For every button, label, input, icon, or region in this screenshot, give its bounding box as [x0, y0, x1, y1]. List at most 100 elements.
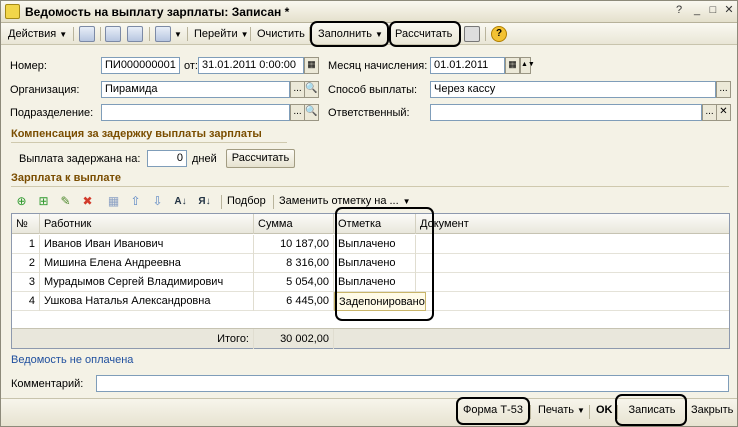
- separator: [530, 405, 531, 419]
- goto-label: Перейти: [194, 28, 238, 40]
- highlight-calculate: [389, 21, 461, 47]
- sum-cell: 10 187,00: [254, 235, 334, 254]
- print-menu[interactable]: Печать ▼: [534, 402, 586, 421]
- column-header-sum[interactable]: Сумма: [254, 214, 334, 234]
- edit-row-icon[interactable]: ✎: [58, 194, 73, 209]
- row-number: 3: [12, 273, 40, 292]
- delay-label: Выплата задержана на:: [19, 153, 141, 165]
- column-header-num[interactable]: №: [12, 214, 40, 234]
- organization-field[interactable]: Пирамида: [101, 81, 290, 98]
- payment-method-field[interactable]: Через кассу: [430, 81, 716, 98]
- payroll-title: Зарплата к выплате: [11, 172, 122, 184]
- table-footer: Итого: 30 002,00: [12, 328, 729, 349]
- move-up-icon[interactable]: ⇧: [128, 194, 143, 209]
- select-icon[interactable]: ...: [290, 104, 305, 121]
- close-window-icon[interactable]: ✕: [721, 4, 737, 19]
- dropdown-arrow-icon: ▼: [59, 30, 68, 39]
- document-icon: [5, 4, 20, 19]
- replace-mark-label: Заменить отметку на ...: [279, 195, 399, 207]
- goto-menu[interactable]: Перейти ▼: [191, 25, 252, 43]
- employee-cell: Мишина Елена Андреевна: [40, 254, 254, 273]
- section-divider: [11, 186, 729, 187]
- number-field[interactable]: ПИ000000001: [101, 57, 180, 74]
- help-window-icon[interactable]: ?: [671, 4, 687, 19]
- dropdown-arrow-icon: ▼: [402, 197, 411, 206]
- replace-mark-menu[interactable]: Заменить отметку на ... ▼: [279, 195, 411, 207]
- sort-asc-icon[interactable]: A↓: [173, 194, 188, 209]
- highlight-form-t53: [456, 397, 530, 425]
- search-icon[interactable]: 🔍: [304, 81, 319, 98]
- days-label: дней: [192, 153, 217, 165]
- actions-menu[interactable]: Действия ▼: [5, 25, 70, 43]
- highlight-fill: [310, 21, 389, 47]
- dropdown-arrow-icon: ▼: [577, 406, 585, 415]
- compensation-calculate-button[interactable]: Рассчитать: [226, 149, 295, 168]
- title-bar: Ведомость на выплату зарплаты: Записан *…: [1, 1, 737, 23]
- spin-icon[interactable]: ▲▼: [520, 57, 535, 74]
- minimize-icon[interactable]: _: [689, 4, 705, 19]
- ok-button[interactable]: OK: [592, 402, 614, 421]
- column-header-document[interactable]: Документ: [416, 214, 729, 234]
- separator: [250, 27, 251, 41]
- structure-dropdown[interactable]: ▼: [171, 25, 182, 43]
- pick-button[interactable]: Подбор: [227, 195, 266, 207]
- employee-cell: Ушкова Наталья Александровна: [40, 292, 254, 311]
- add-row-icon[interactable]: ⊕: [14, 194, 29, 209]
- clear-icon[interactable]: ✕: [716, 104, 731, 121]
- maximize-icon[interactable]: □: [705, 4, 721, 19]
- separator: [187, 27, 188, 41]
- separator: [149, 27, 150, 41]
- sort-desc-icon[interactable]: Я↓: [197, 194, 212, 209]
- compensation-title: Компенсация за задержку выплаты зарплаты: [11, 128, 262, 140]
- section-divider: [11, 142, 287, 143]
- sum-cell: 8 316,00: [254, 254, 334, 273]
- date-field[interactable]: 31.01.2011 0:00:00: [198, 57, 304, 74]
- organization-label: Организация:: [10, 84, 80, 96]
- separator: [273, 195, 274, 209]
- separator: [100, 27, 101, 41]
- structure-icon[interactable]: [155, 26, 171, 42]
- separator: [221, 195, 222, 209]
- delay-days-field[interactable]: 0: [147, 150, 187, 167]
- row-number: 4: [12, 292, 40, 311]
- move-down-icon[interactable]: ⇩: [150, 194, 165, 209]
- help-icon[interactable]: ?: [491, 26, 507, 42]
- end-edit-icon[interactable]: ▦: [106, 194, 121, 209]
- payment-method-label: Способ выплаты:: [328, 84, 418, 96]
- division-field[interactable]: [101, 104, 290, 121]
- separator: [73, 27, 74, 41]
- post-document-icon[interactable]: [127, 26, 143, 42]
- responsible-label: Ответственный:: [328, 107, 410, 119]
- comment-field[interactable]: [96, 375, 729, 392]
- from-label: от:: [184, 60, 198, 72]
- payment-status-link[interactable]: Ведомость не оплачена: [11, 354, 133, 366]
- separator: [589, 405, 590, 419]
- copy-row-icon[interactable]: ⊞: [36, 194, 51, 209]
- search-icon[interactable]: 🔍: [304, 104, 319, 121]
- delete-row-icon[interactable]: ✖: [80, 194, 95, 209]
- column-header-employee[interactable]: Работник: [40, 214, 254, 234]
- number-label: Номер:: [10, 60, 47, 72]
- calendar-icon[interactable]: ▦: [304, 57, 319, 74]
- select-icon[interactable]: ...: [290, 81, 305, 98]
- comment-label: Комментарий:: [11, 378, 84, 390]
- table-settings-icon[interactable]: [464, 26, 480, 42]
- document-window: Ведомость на выплату зарплаты: Записан *…: [0, 0, 738, 427]
- month-label: Месяц начисления:: [328, 60, 428, 72]
- calendar-icon[interactable]: ▦: [505, 57, 520, 74]
- division-label: Подразделение:: [10, 107, 94, 119]
- select-icon[interactable]: ...: [702, 104, 717, 121]
- copy-icon[interactable]: [79, 26, 95, 42]
- month-field[interactable]: 01.01.2011: [430, 57, 505, 74]
- responsible-field[interactable]: [430, 104, 702, 121]
- total-label: Итого:: [40, 329, 254, 349]
- employee-cell: Мурадымов Сергей Владимирович: [40, 273, 254, 292]
- row-number: 1: [12, 235, 40, 254]
- print-label: Печать: [538, 404, 575, 416]
- clear-button[interactable]: Очистить: [254, 25, 308, 43]
- close-button[interactable]: Закрыть: [687, 402, 735, 421]
- window-title: Ведомость на выплату зарплаты: Записан *: [25, 5, 290, 19]
- refresh-icon[interactable]: [105, 26, 121, 42]
- select-icon[interactable]: ...: [716, 81, 731, 98]
- row-number: 2: [12, 254, 40, 273]
